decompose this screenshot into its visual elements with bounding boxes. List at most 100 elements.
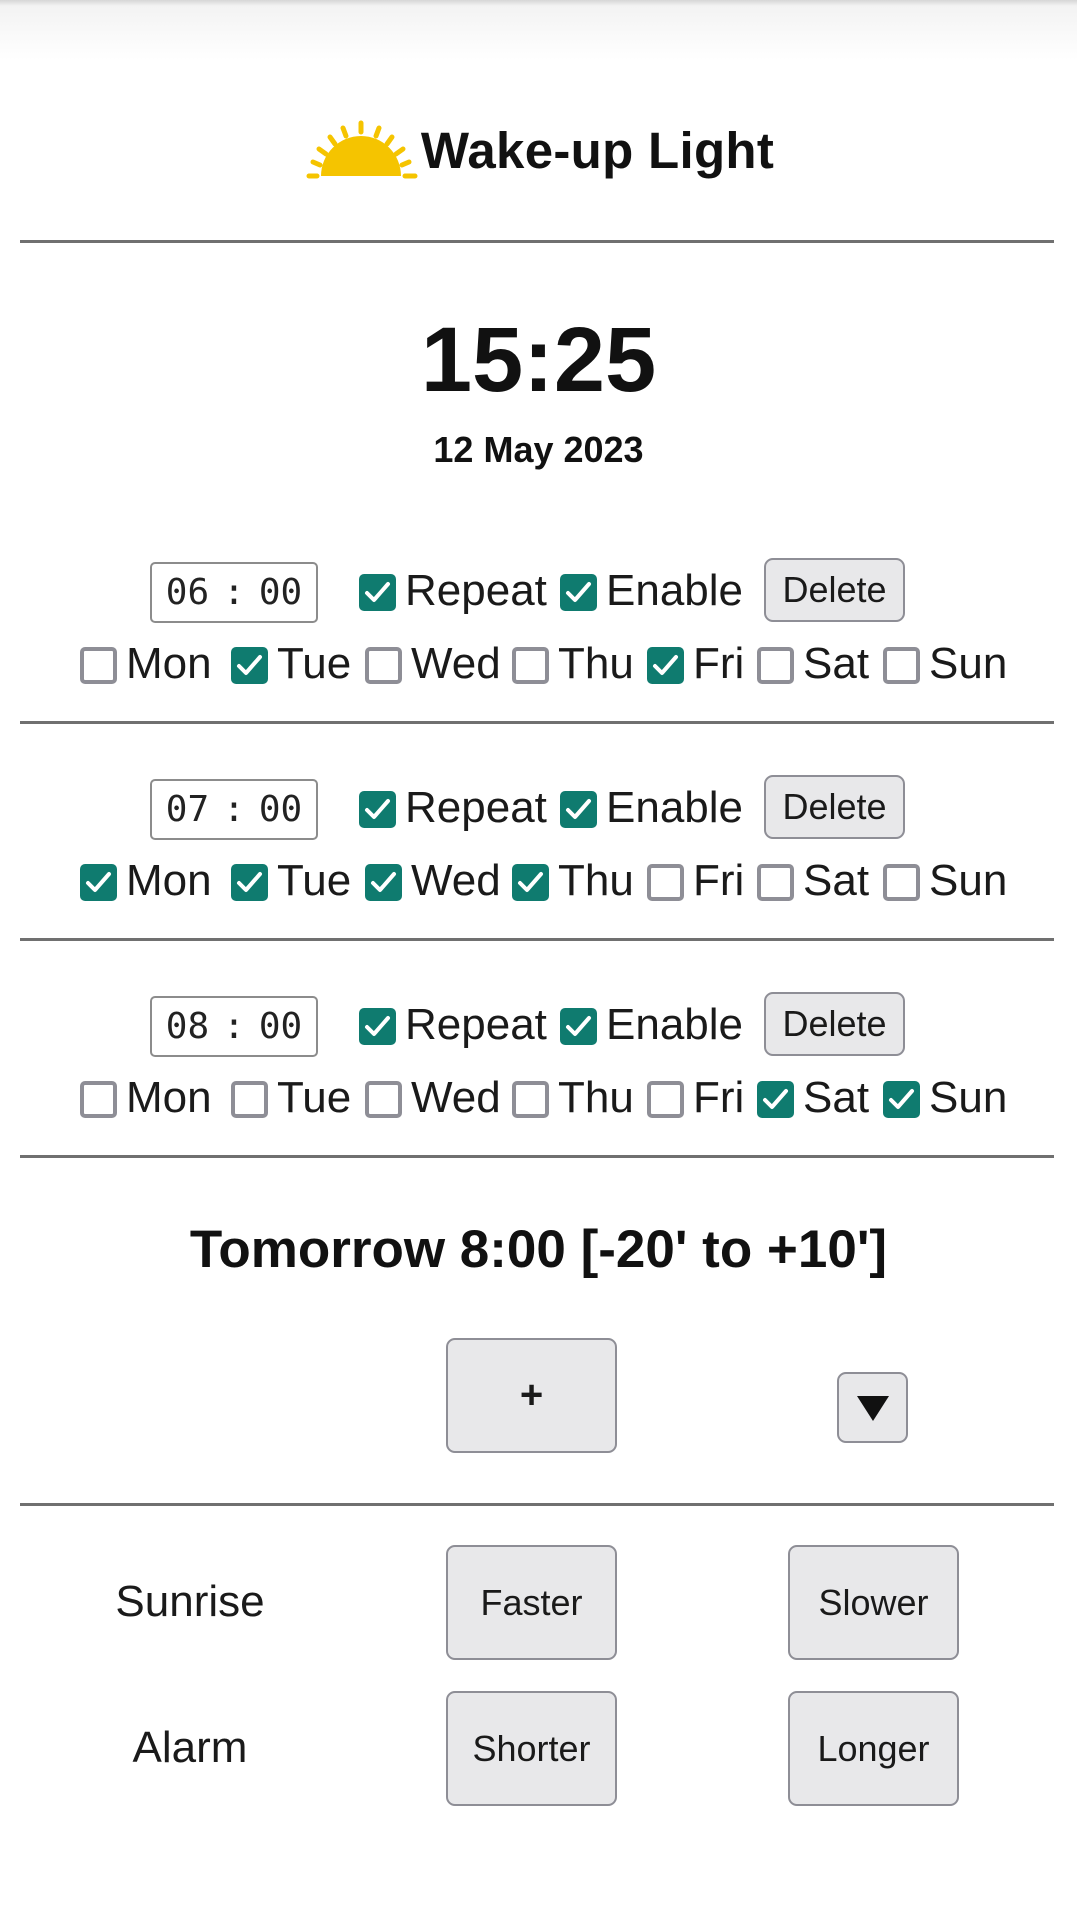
day-label-sat: Sat	[803, 856, 870, 905]
day-label-sat: Sat	[803, 1073, 870, 1122]
weekday-selector: Mon Tue Wed Thu Fri Sat Sun	[0, 852, 1077, 912]
day-label-thu: Thu	[558, 1073, 634, 1122]
enable-checkbox[interactable]	[560, 1008, 597, 1045]
checkmark-icon	[365, 799, 390, 819]
alarm-time-input[interactable]: 08:00	[150, 996, 318, 1057]
current-time: 15:25	[420, 309, 657, 411]
checkmark-icon	[518, 872, 543, 892]
alarm-settings-row: 08:00 Repeat Enable Delete	[0, 984, 1077, 1074]
day-label-sun: Sun	[929, 639, 1008, 688]
repeat-label: Repeat	[405, 783, 547, 832]
day-checkbox-fri[interactable]	[647, 864, 684, 901]
alarm-label: Alarm	[132, 1723, 248, 1772]
repeat-checkbox[interactable]	[359, 574, 396, 611]
checkmark-icon	[237, 655, 262, 675]
day-checkbox-tue[interactable]	[231, 864, 268, 901]
repeat-checkbox[interactable]	[359, 791, 396, 828]
sun-icon	[306, 120, 418, 179]
day-checkbox-sun[interactable]	[883, 1081, 920, 1118]
day-label-thu: Thu	[558, 639, 634, 688]
weekday-selector: Mon Tue Wed Thu Fri Sat Sun	[0, 1069, 1077, 1129]
alarm-minute: 00	[258, 1006, 303, 1047]
repeat-checkbox[interactable]	[359, 1008, 396, 1045]
divider	[20, 721, 1054, 724]
alarm-hour: 08	[165, 1006, 210, 1047]
day-checkbox-sun[interactable]	[883, 864, 920, 901]
status-bar-shadow	[0, 0, 1077, 60]
day-checkbox-sun[interactable]	[883, 647, 920, 684]
app-header: Wake-up Light	[0, 105, 1077, 195]
alarm-time-input[interactable]: 07:00	[150, 779, 318, 840]
checkmark-icon	[653, 655, 678, 675]
divider	[20, 938, 1054, 941]
enable-checkbox[interactable]	[560, 574, 597, 611]
delete-alarm-button[interactable]: Delete	[764, 775, 905, 839]
day-checkbox-sat[interactable]	[757, 864, 794, 901]
enable-checkbox[interactable]	[560, 791, 597, 828]
checkmark-icon	[566, 582, 591, 602]
day-label-tue: Tue	[277, 856, 352, 905]
divider	[20, 1155, 1054, 1158]
day-checkbox-sat[interactable]	[757, 647, 794, 684]
next-alarm-summary: Tomorrow 8:00 [-20' to +10']	[189, 1220, 888, 1279]
day-label-sun: Sun	[929, 1073, 1008, 1122]
day-checkbox-wed[interactable]	[365, 864, 402, 901]
alarm-longer-button[interactable]: Longer	[788, 1691, 959, 1806]
checkmark-icon	[365, 582, 390, 602]
alarm-settings-row: 06:00 Repeat Enable Delete	[0, 550, 1077, 640]
day-checkbox-mon[interactable]	[80, 1081, 117, 1118]
day-checkbox-tue[interactable]	[231, 1081, 268, 1118]
checkmark-icon	[365, 1016, 390, 1036]
checkmark-icon	[86, 872, 111, 892]
day-checkbox-mon[interactable]	[80, 647, 117, 684]
day-label-mon: Mon	[126, 1073, 212, 1122]
day-label-sat: Sat	[803, 639, 870, 688]
alarm-minute: 00	[258, 789, 303, 830]
day-label-thu: Thu	[558, 856, 634, 905]
day-checkbox-fri[interactable]	[647, 647, 684, 684]
day-label-wed: Wed	[411, 856, 501, 905]
alarm-hour: 07	[165, 789, 210, 830]
checkmark-icon	[763, 1089, 788, 1109]
expand-button[interactable]	[837, 1372, 908, 1443]
checkmark-icon	[371, 872, 396, 892]
alarm-minute: 00	[258, 572, 303, 613]
day-checkbox-wed[interactable]	[365, 1081, 402, 1118]
alarm-shorter-button[interactable]: Shorter	[446, 1691, 617, 1806]
enable-label: Enable	[606, 566, 744, 615]
day-label-sun: Sun	[929, 856, 1008, 905]
repeat-label: Repeat	[405, 1000, 547, 1049]
sunrise-faster-button[interactable]: Faster	[446, 1545, 617, 1660]
delete-alarm-button[interactable]: Delete	[764, 992, 905, 1056]
day-label-mon: Mon	[126, 639, 212, 688]
day-checkbox-fri[interactable]	[647, 1081, 684, 1118]
day-label-wed: Wed	[411, 639, 501, 688]
day-checkbox-wed[interactable]	[365, 647, 402, 684]
day-label-tue: Tue	[277, 639, 352, 688]
day-checkbox-tue[interactable]	[231, 647, 268, 684]
checkmark-icon	[566, 799, 591, 819]
app-title: Wake-up Light	[420, 121, 775, 179]
sunrise-label: Sunrise	[115, 1577, 265, 1626]
day-checkbox-thu[interactable]	[512, 1081, 549, 1118]
day-label-mon: Mon	[126, 856, 212, 905]
sunrise-slower-button[interactable]: Slower	[788, 1545, 959, 1660]
day-label-fri: Fri	[693, 856, 745, 905]
current-date: 12 May 2023	[433, 429, 644, 470]
day-checkbox-thu[interactable]	[512, 864, 549, 901]
checkmark-icon	[237, 872, 262, 892]
repeat-label: Repeat	[405, 566, 547, 615]
triangle-down-icon	[856, 1395, 889, 1421]
enable-label: Enable	[606, 783, 744, 832]
day-label-fri: Fri	[693, 1073, 745, 1122]
alarm-hour: 06	[165, 572, 210, 613]
day-checkbox-sat[interactable]	[757, 1081, 794, 1118]
enable-label: Enable	[606, 1000, 744, 1049]
day-checkbox-mon[interactable]	[80, 864, 117, 901]
divider	[20, 1503, 1054, 1506]
day-label-tue: Tue	[277, 1073, 352, 1122]
alarm-time-input[interactable]: 06:00	[150, 562, 318, 623]
day-checkbox-thu[interactable]	[512, 647, 549, 684]
delete-alarm-button[interactable]: Delete	[764, 558, 905, 622]
add-alarm-button[interactable]: +	[446, 1338, 617, 1453]
